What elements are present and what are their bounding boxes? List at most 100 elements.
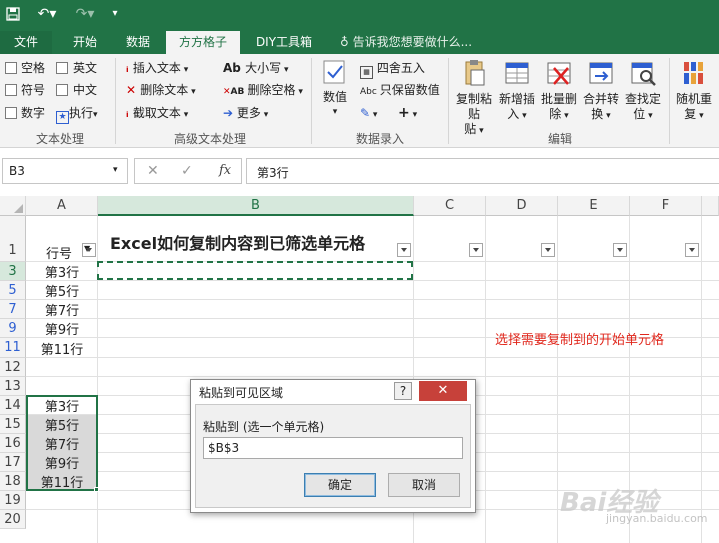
filter-button-f[interactable] [685, 243, 699, 257]
checkbox-number-label: 数字 [21, 106, 46, 120]
paste-target-input[interactable]: $B$3 [203, 437, 463, 459]
tab-fangfang[interactable]: 方方格子 [166, 31, 240, 54]
row-header-19[interactable]: 19 [0, 491, 26, 510]
column-header-b[interactable]: B [98, 196, 414, 216]
row-header-1[interactable]: 1 [0, 216, 26, 262]
plus-icon: + [398, 105, 410, 121]
tell-me-search[interactable]: ♁ 告诉我您想要做什么... [340, 31, 472, 54]
row-header-9[interactable]: 9 [0, 319, 26, 338]
grid-line [26, 376, 719, 377]
sheet-title[interactable]: Excel如何复制内容到已筛选单元格 [110, 230, 365, 254]
group-label-advanced: 高级文本处理 [173, 132, 246, 146]
column-header-e[interactable]: E [558, 196, 630, 216]
help-button[interactable]: ? [394, 382, 412, 400]
undo-icon[interactable]: ↶▾ [34, 4, 60, 24]
cell-a18[interactable]: 第11行 [27, 472, 97, 491]
cell-a9[interactable]: 第9行 [27, 319, 97, 338]
column-header-g[interactable] [702, 196, 719, 216]
name-box[interactable]: B3 ▾ [2, 158, 128, 184]
edit-tool-button[interactable]: ✎ ▾ [360, 105, 377, 123]
more-button[interactable]: ➔ 更多 ▾ [223, 105, 268, 123]
checkbox-chinese[interactable] [56, 84, 68, 96]
group-separator [115, 58, 116, 144]
cell-a14[interactable]: 第3行 [27, 396, 97, 415]
cancel-button[interactable]: 取消 [388, 473, 460, 497]
row-header-3[interactable]: 3 [0, 262, 26, 281]
chevron-down-icon: ▾ [113, 165, 118, 175]
filter-button-d[interactable] [541, 243, 555, 257]
tab-file[interactable]: 文件 [0, 31, 52, 54]
random-repeat-button[interactable]: 随机重 复 ▾ [673, 58, 715, 124]
cell-a11[interactable]: 第11行 [27, 339, 97, 358]
find-locate-button[interactable]: 查找定 位 ▾ [623, 58, 663, 124]
tab-home[interactable]: 开始 [60, 31, 110, 54]
select-all-corner[interactable] [0, 196, 26, 216]
cell-a15[interactable]: 第5行 [27, 415, 97, 434]
keep-value-button[interactable]: Abc 只保留数值 [360, 82, 440, 100]
fx-icon[interactable]: fx [219, 163, 231, 178]
annotation-text: 选择需要复制到的开始单元格 [495, 333, 665, 348]
header-row-number[interactable]: 行号 [46, 243, 72, 262]
checkbox-chinese-label: 中文 [73, 83, 98, 97]
arrow-right-icon: ➔ [223, 106, 237, 120]
column-header-d[interactable]: D [486, 196, 558, 216]
tab-diy[interactable]: DIY工具箱 [248, 31, 320, 54]
row-header-7[interactable]: 7 [0, 300, 26, 319]
cell-a16[interactable]: 第7行 [27, 434, 97, 453]
filter-button-b[interactable] [397, 243, 411, 257]
save-icon[interactable] [4, 4, 22, 24]
close-button[interactable]: ✕ [419, 381, 467, 401]
execute-button[interactable]: ★ 执行▾ [56, 105, 98, 124]
column-header-f[interactable]: F [630, 196, 702, 216]
checkbox-symbol[interactable] [5, 84, 17, 96]
cell-a17[interactable]: 第9行 [27, 453, 97, 472]
cell-a7[interactable]: 第7行 [27, 300, 97, 319]
find-icon [631, 62, 656, 86]
redo-icon[interactable]: ↷▾ [72, 4, 98, 24]
checkbox-number[interactable] [5, 107, 17, 119]
row-header-15[interactable]: 15 [0, 415, 26, 434]
formula-input[interactable]: 第3行 [246, 158, 719, 184]
tab-data[interactable]: 数据 [115, 31, 161, 54]
delete-text-button[interactable]: ✕ 删除文本 ▾ [126, 82, 196, 100]
row-header-18[interactable]: 18 [0, 472, 26, 491]
value-button[interactable]: 数值 ▾ [318, 58, 352, 120]
group-label-edit: 编辑 [547, 132, 572, 146]
filter-button-e[interactable] [613, 243, 627, 257]
row-header-16[interactable]: 16 [0, 434, 26, 453]
ok-button[interactable]: 确定 [304, 473, 376, 497]
row-header-5[interactable]: 5 [0, 281, 26, 300]
grid-line [701, 216, 702, 543]
customize-qat-icon[interactable]: ▾ [108, 4, 122, 24]
column-header-a[interactable]: A [26, 196, 98, 216]
row-header-20[interactable]: 20 [0, 510, 26, 529]
row-header-12[interactable]: 12 [0, 358, 26, 377]
confirm-icon[interactable]: ✓ [181, 163, 193, 179]
copy-paste-button[interactable]: 复制粘贴 贴 ▾ [454, 58, 494, 139]
filter-button-a[interactable]: ▼ [82, 243, 96, 257]
cancel-icon[interactable]: ✕ [147, 163, 159, 179]
column-header-c[interactable]: C [414, 196, 486, 216]
value-button-label: 数值 [322, 90, 347, 104]
row-header-11[interactable]: 11 [0, 338, 26, 358]
remove-spaces-button[interactable]: ✕AB 删除空格 ▾ [223, 82, 303, 100]
cell-a3[interactable]: 第3行 [27, 262, 97, 281]
row-header-17[interactable]: 17 [0, 453, 26, 472]
checkbox-space[interactable] [5, 62, 17, 74]
filter-button-c[interactable] [469, 243, 483, 257]
extract-text-button[interactable]: ᵢ 截取文本 ▾ [126, 105, 188, 123]
row-header-14[interactable]: 14 [0, 396, 26, 415]
insert-text-button[interactable]: ᵢ 插入文本 ▾ [126, 60, 188, 78]
batch-delete-button[interactable]: 批量删 除 ▾ [539, 58, 579, 124]
add-tool-button[interactable]: + ▾ [398, 105, 417, 123]
round-button[interactable]: ▦ 四舍五入 [360, 60, 425, 79]
grid-line [26, 357, 719, 358]
row-header-13[interactable]: 13 [0, 377, 26, 396]
case-button[interactable]: Ab 大小写 ▾ [223, 60, 288, 78]
checkbox-english[interactable] [56, 62, 68, 74]
checkbox-space-label: 空格 [21, 61, 46, 75]
cell-a5[interactable]: 第5行 [27, 281, 97, 300]
merge-convert-button[interactable]: 合并转 换 ▾ [581, 58, 621, 124]
copy-marquee-b3[interactable] [97, 261, 413, 280]
insert-new-button[interactable]: 新增插 入 ▾ [497, 58, 537, 124]
